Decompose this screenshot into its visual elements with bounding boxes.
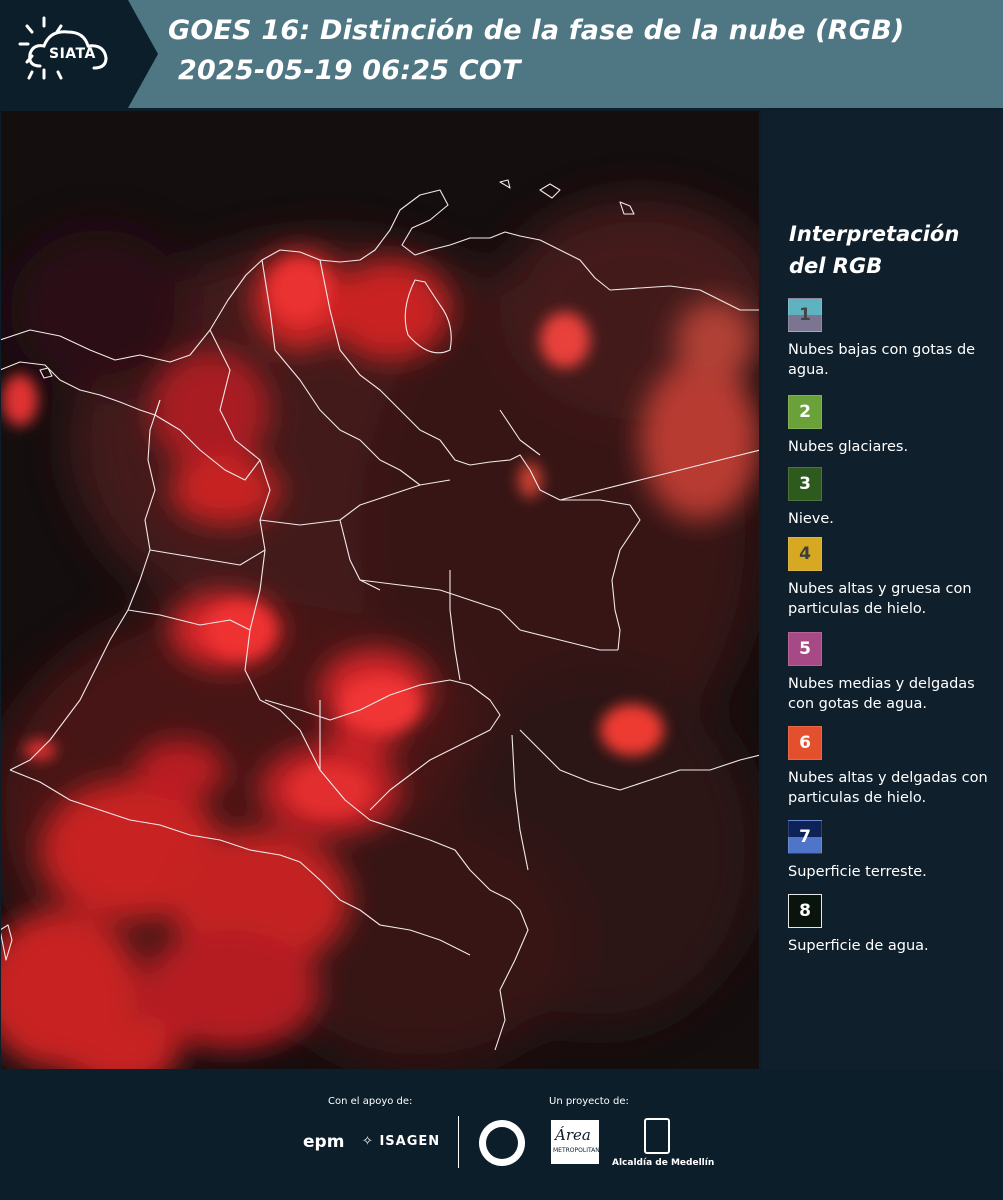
legend-swatch-6: 6 xyxy=(788,726,822,760)
area-logo-subtext: METROPOLITANA xyxy=(553,1147,604,1154)
legend-swatch-3: 3 xyxy=(788,467,822,501)
legend-item-1: 1 Nubes bajas con gotas de agua. xyxy=(788,298,1003,380)
satellite-map[interactable] xyxy=(0,110,760,1070)
legend-number-5: 5 xyxy=(799,639,811,659)
legend-label-5: Nubes medias y delgadas con gotas de agu… xyxy=(788,676,975,712)
footer-bar: Con el apoyo de: Un proyecto de: epm ✧ I… xyxy=(0,1070,1003,1200)
page-datetime: 2025-05-19 06:25 COT xyxy=(178,55,521,86)
legend-number-3: 3 xyxy=(799,474,811,494)
alcaldia-shield-icon xyxy=(644,1118,670,1154)
epm-logo[interactable]: epm xyxy=(303,1132,344,1152)
isagen-logo[interactable]: ✧ ISAGEN xyxy=(362,1134,440,1149)
legend-swatch-7: 7 xyxy=(788,820,822,854)
legend-label-1: Nubes bajas con gotas de agua. xyxy=(788,342,976,378)
header-bar: SIATA GOES 16: Distinción de la fase de … xyxy=(0,0,1003,108)
support-caption: Con el apoyo de: xyxy=(328,1096,413,1107)
legend-number-6: 6 xyxy=(799,733,811,753)
legend-item-2: 2 Nubes glaciares. xyxy=(788,395,1003,457)
legend-swatch-2: 2 xyxy=(788,395,822,429)
footer-divider xyxy=(458,1116,459,1168)
legend-number-2: 2 xyxy=(799,402,811,422)
seal-inner xyxy=(486,1127,518,1159)
area-metropolitana-logo[interactable]: Área METROPOLITANA xyxy=(551,1120,604,1164)
legend-label-4: Nubes altas y gruesa con particulas de h… xyxy=(788,581,972,617)
legend-label-6: Nubes altas y delgadas con particulas de… xyxy=(788,770,988,806)
project-caption: Un proyecto de: xyxy=(549,1096,629,1107)
legend-panel: Interpretación del RGB 1 Nubes bajas con… xyxy=(762,110,1003,1070)
legend-swatch-4: 4 xyxy=(788,537,822,571)
legend-item-3: 3 Nieve. xyxy=(788,467,1003,529)
legend-item-6: 6 Nubes altas y delgadas con particulas … xyxy=(788,726,1003,808)
legend-item-4: 4 Nubes altas y gruesa con particulas de… xyxy=(788,537,1003,619)
siata-logo[interactable]: SIATA xyxy=(0,0,158,108)
area-logo-text: Área xyxy=(555,1126,591,1144)
legend-item-5: 5 Nubes medias y delgadas con gotas de a… xyxy=(788,632,1003,714)
page-title: GOES 16: Distinción de la fase de la nub… xyxy=(168,15,905,46)
legend-number-1: 1 xyxy=(799,305,811,325)
legend-item-8: 8 Superficie de agua. xyxy=(788,894,1003,956)
legend-swatch-5: 5 xyxy=(788,632,822,666)
alcaldia-medellin-label[interactable]: Alcaldía de Medellín xyxy=(612,1158,714,1168)
legend-number-4: 4 xyxy=(799,544,811,564)
medellin-university-seal-icon[interactable] xyxy=(479,1120,525,1166)
logo-text: SIATA xyxy=(49,46,96,62)
legend-number-8: 8 xyxy=(799,901,811,921)
legend-label-2: Nubes glaciares. xyxy=(788,439,909,455)
legend-number-7: 7 xyxy=(799,827,811,847)
legend-swatch-8: 8 xyxy=(788,894,822,928)
legend-item-7: 7 Superficie terreste. xyxy=(788,820,1003,882)
satellite-image xyxy=(0,110,760,1070)
isagen-logo-text: ISAGEN xyxy=(379,1134,441,1149)
legend-label-7: Superficie terreste. xyxy=(788,864,927,880)
legend-label-3: Nieve. xyxy=(788,511,834,527)
legend-label-8: Superficie de agua. xyxy=(788,938,929,954)
isagen-mark-icon: ✧ xyxy=(362,1134,374,1149)
legend-swatch-1: 1 xyxy=(788,298,822,332)
legend-title: Interpretación del RGB xyxy=(789,222,960,278)
